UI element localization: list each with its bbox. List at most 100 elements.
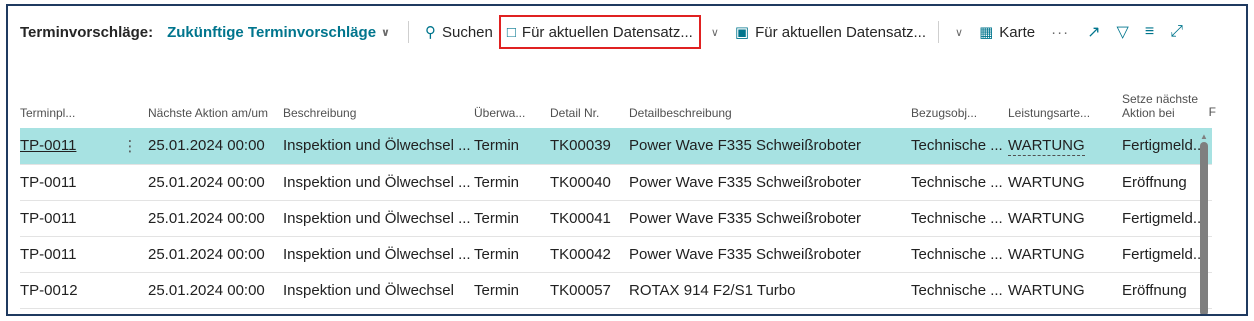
row-actions-menu-text: ⋮ — [122, 137, 138, 155]
share-icon[interactable]: ↗ — [1079, 22, 1108, 42]
chevron-down-icon[interactable]: ∨ — [701, 26, 729, 39]
search-icon: ⚲ — [424, 24, 436, 41]
cell-service-type-text: WARTUNG — [1008, 137, 1085, 157]
cell-detail-description: ROTAX 914 F2/S1 Turbo — [629, 272, 911, 309]
cell-terminplan-text[interactable]: TP-0012 — [20, 282, 78, 299]
cell-set-next-action: Fertigmeld... — [1122, 236, 1212, 273]
for-current-record-button[interactable]: □ Für aktuellen Datensatz... — [498, 15, 701, 49]
cell-detail-no-text: TK00042 — [550, 245, 611, 263]
cell-detail-no: TK00040 — [550, 164, 629, 201]
cell-terminplan-text[interactable]: TP-0011 — [20, 137, 76, 154]
map-icon: ▦ — [979, 24, 994, 41]
cell-detail-description-text: Power Wave F335 Schweißroboter — [629, 245, 862, 263]
cell-detail-no: TK00041 — [550, 200, 629, 237]
cell-set-next-action-text: Fertigmeld... — [1122, 137, 1206, 155]
list-view-icon[interactable]: ≡ — [1137, 23, 1162, 41]
cell-service-type: WARTUNG — [1008, 128, 1122, 165]
cell-next-action-text: 25.01.2024 00:00 — [148, 137, 265, 155]
column-header-description[interactable]: Beschreibung — [283, 62, 474, 128]
for-current-record-button-2[interactable]: ▣ Für aktuellen Datensatz... — [729, 17, 932, 47]
column-header-reference-object[interactable]: Bezugsobj... — [911, 62, 1008, 128]
cell-reference-object-text: Technische ... — [911, 209, 1003, 227]
action-bar: Terminvorschläge: Zukünftige Terminvorsc… — [8, 6, 1246, 58]
cell-monitoring: Termin — [474, 164, 550, 201]
row-actions-menu[interactable]: ⋮ — [112, 128, 148, 165]
cell-set-next-action: Eröffnung — [1122, 164, 1212, 201]
column-header-service-type[interactable]: Leistungsarte... — [1008, 62, 1122, 128]
view-selector[interactable]: Zukünftige Terminvorschläge ∨ — [167, 24, 390, 41]
cell-detail-no: TK00057 — [550, 272, 629, 309]
cell-service-type-text: WARTUNG — [1008, 173, 1085, 191]
cell-monitoring-text: Termin — [474, 173, 520, 191]
cell-terminplan[interactable]: TP-0011 — [20, 236, 112, 273]
list-page-frame: Terminvorschläge: Zukünftige Terminvorsc… — [6, 4, 1248, 316]
cell-terminplan[interactable]: TP-0011 — [20, 128, 112, 165]
cell-reference-object: Technische ... — [911, 128, 1008, 165]
cell-terminplan-text[interactable]: TP-0011 — [20, 210, 76, 227]
vertical-scrollbar[interactable] — [1200, 142, 1208, 314]
cell-reference-object-text: Technische ... — [911, 137, 1003, 155]
cell-monitoring: Termin — [474, 236, 550, 273]
column-header-detail-description[interactable]: Detailbeschreibung — [629, 62, 911, 128]
cell-description-text: Inspektion und Ölwechsel ... — [283, 209, 471, 227]
chevron-down-icon: ∨ — [381, 26, 390, 39]
cell-set-next-action-text: Fertigmeld... — [1122, 245, 1206, 263]
column-header-next-action[interactable]: Nächste Aktion am/um — [148, 62, 283, 128]
cell-description-text: Inspektion und Ölwechsel — [283, 281, 454, 299]
table-header-row: Terminpl... Nächste Aktion am/um Beschre… — [20, 62, 1212, 128]
toolbar-divider — [938, 21, 940, 43]
map-button[interactable]: ▦ Karte — [973, 17, 1041, 47]
cell-detail-description: Power Wave F335 Schweißroboter — [629, 200, 911, 237]
expand-icon[interactable]: ⤢ — [1162, 23, 1191, 41]
cell-terminplan[interactable]: TP-0012 — [20, 272, 112, 309]
cell-description: Inspektion und Ölwechsel ... — [283, 128, 474, 165]
cell-description-text: Inspektion und Ölwechsel ... — [283, 245, 471, 263]
row-actions-menu[interactable] — [112, 164, 148, 201]
cell-terminplan-text[interactable]: TP-0011 — [20, 174, 76, 191]
cell-detail-no-text: TK00041 — [550, 209, 611, 227]
more-options-icon[interactable]: ··· — [1041, 24, 1079, 41]
for-current-record-label-2: Für aktuellen Datensatz... — [755, 23, 927, 41]
document-icon: ▣ — [734, 24, 750, 41]
cell-detail-description-text: Power Wave F335 Schweißroboter — [629, 209, 862, 227]
page-title: Terminvorschläge: — [20, 23, 154, 41]
column-header-detail-no[interactable]: Detail Nr. — [550, 62, 629, 128]
cell-next-action: 25.01.2024 00:00 — [148, 128, 283, 165]
cell-set-next-action-text: Eröffnung — [1122, 173, 1187, 191]
cell-next-action-text: 25.01.2024 00:00 — [148, 173, 265, 191]
search-button[interactable]: ⚲ Suchen — [419, 17, 499, 47]
record-action-icon: □ — [506, 23, 516, 41]
cell-terminplan-text[interactable]: TP-0011 — [20, 246, 76, 263]
scroll-up-arrow-icon[interactable]: ▲ — [1200, 132, 1208, 141]
cell-terminplan[interactable]: TP-0011 — [20, 200, 112, 237]
cell-set-next-action-text: Fertigmeld... — [1122, 209, 1206, 227]
chevron-down-icon[interactable]: ∨ — [945, 26, 973, 39]
cell-terminplan[interactable]: TP-0011 — [20, 164, 112, 201]
search-label: Suchen — [441, 23, 493, 41]
column-header-set-next-action[interactable]: Setze nächste Aktion bei — [1122, 62, 1212, 128]
table-row[interactable]: TP-0011 25.01.2024 00:00 Inspektion und Öl… — [20, 200, 1212, 237]
row-actions-menu[interactable] — [112, 200, 148, 237]
cell-monitoring: Termin — [474, 128, 550, 165]
table-row[interactable]: TP-0012 25.01.2024 00:00 Inspektion und Öl… — [20, 272, 1212, 309]
cell-detail-description-text: ROTAX 914 F2/S1 Turbo — [629, 281, 796, 299]
cell-description: Inspektion und Ölwechsel ... — [283, 200, 474, 237]
cell-monitoring: Termin — [474, 272, 550, 309]
cell-next-action: 25.01.2024 00:00 — [148, 164, 283, 201]
cell-reference-object: Technische ... — [911, 272, 1008, 309]
cell-monitoring-text: Termin — [474, 245, 520, 263]
cell-detail-description-text: Power Wave F335 Schweißroboter — [629, 173, 862, 191]
column-header-terminplan[interactable]: Terminpl... — [20, 62, 112, 128]
row-actions-menu[interactable] — [112, 236, 148, 273]
cell-monitoring-text: Termin — [474, 209, 520, 227]
cell-set-next-action: Fertigmeld... — [1122, 128, 1212, 165]
row-actions-menu[interactable] — [112, 272, 148, 309]
column-header-monitoring[interactable]: Überwa... — [474, 62, 550, 128]
table-row[interactable]: TP-0011 ⋮ 25.01.2024 00:00 Inspektion und Ö… — [20, 128, 1212, 165]
table-row[interactable]: TP-0011 25.01.2024 00:00 Inspektion und Öl… — [20, 236, 1212, 273]
table-row[interactable]: TP-0011 25.01.2024 00:00 Inspektion und Öl… — [20, 164, 1212, 201]
cell-service-type: WARTUNG — [1008, 164, 1122, 201]
view-name: Zukünftige Terminvorschläge — [167, 23, 377, 41]
cell-detail-no-text: TK00040 — [550, 173, 611, 191]
filter-icon[interactable]: ▽ — [1109, 22, 1137, 42]
